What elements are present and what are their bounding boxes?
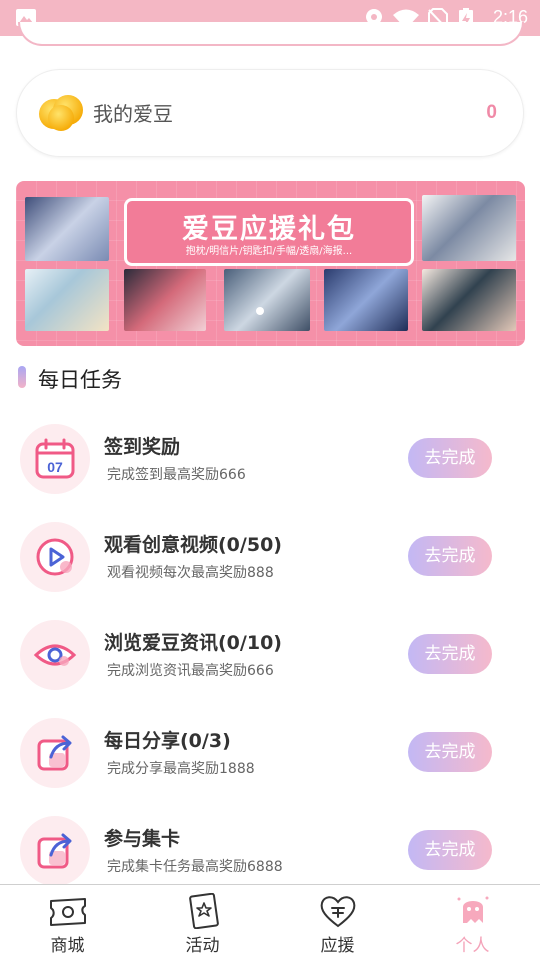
- banner-subtitle: 抱枕/明信片/钥匙扣/手幅/透扇/海报...: [185, 246, 353, 257]
- section-accent-bar: [18, 366, 26, 388]
- tab-label: 商城: [50, 936, 85, 956]
- task-description: 完成签到最高奖励666: [107, 467, 246, 483]
- task-description: 完成浏览资讯最高奖励666: [107, 663, 274, 679]
- hearts-icon: [39, 95, 83, 131]
- my-idol-count: 0: [486, 102, 497, 123]
- banner-title-box: 爱豆应援礼包 抱枕/明信片/钥匙扣/手幅/透扇/海报...: [124, 198, 414, 266]
- my-idol-card[interactable]: 我的爱豆 0: [16, 69, 524, 157]
- task-title: 每日分享(0/3): [104, 730, 231, 752]
- daily-tasks-title: 每日任务: [38, 368, 122, 392]
- banner-photo-tile: [25, 197, 109, 261]
- task-description: 完成集卡任务最高奖励6888: [107, 859, 283, 875]
- task-title: 浏览爱豆资讯(0/10): [104, 632, 282, 654]
- svg-text:07: 07: [47, 459, 63, 475]
- task-row: 浏览爱豆资讯(0/10) 完成浏览资讯最高奖励666 去完成: [0, 614, 540, 712]
- task-title: 观看创意视频(0/50): [104, 534, 282, 556]
- tab-support[interactable]: 应援: [270, 885, 405, 961]
- tab-activity[interactable]: 活动: [135, 885, 270, 961]
- my-idol-label: 我的爱豆: [93, 102, 173, 126]
- tab-label: 活动: [185, 936, 220, 956]
- banner-title: 爱豆应援礼包: [182, 214, 356, 245]
- task-title: 签到奖励: [104, 436, 181, 458]
- eye-icon: [33, 644, 77, 666]
- bottom-tab-bar: 商城 活动 应援 个人: [0, 884, 540, 961]
- tab-personal[interactable]: 个人: [405, 885, 540, 961]
- task-description: 完成分享最高奖励1888: [107, 761, 255, 777]
- banner-photo-tile: [124, 269, 206, 331]
- task-icon-circle: 07: [20, 424, 90, 494]
- task-title: 参与集卡: [104, 828, 181, 850]
- task-icon-circle: [20, 718, 90, 788]
- card-star-icon: [189, 893, 219, 929]
- task-row: 07 签到奖励 完成签到最高奖励666 去完成: [0, 418, 540, 516]
- calendar-icon: 07: [35, 438, 75, 479]
- banner-photo-tile: [25, 269, 109, 331]
- share-icon: [37, 735, 72, 771]
- banner-photo-tile: [224, 269, 310, 331]
- play-icon: [36, 538, 74, 576]
- task-icon-circle: [20, 522, 90, 592]
- task-icon-circle: [20, 620, 90, 690]
- tab-label: 应援: [320, 936, 355, 956]
- complete-task-button[interactable]: 去完成: [408, 732, 492, 772]
- task-icon-circle: [20, 816, 90, 886]
- banner-photo-tile: [422, 195, 516, 261]
- task-row: 观看创意视频(0/50) 观看视频每次最高奖励888 去完成: [0, 516, 540, 614]
- complete-task-button[interactable]: 去完成: [408, 634, 492, 674]
- complete-task-button[interactable]: 去完成: [408, 536, 492, 576]
- task-description: 观看视频每次最高奖励888: [107, 565, 274, 581]
- task-row: 每日分享(0/3) 完成分享最高奖励1888 去完成: [0, 712, 540, 810]
- heart-icon: [320, 896, 356, 928]
- tab-mall[interactable]: 商城: [0, 885, 135, 961]
- banner-photo-tile: [422, 269, 516, 331]
- banner-photo-tile: [324, 269, 408, 331]
- top-card-edge: [18, 22, 524, 46]
- ticket-icon: [50, 898, 86, 926]
- banner-page-indicator: [256, 307, 264, 315]
- idol-support-gift-banner[interactable]: 爱豆应援礼包 抱枕/明信片/钥匙扣/手幅/透扇/海报...: [16, 181, 525, 346]
- ghost-icon: [457, 896, 489, 923]
- share-icon: [37, 833, 72, 869]
- tab-label: 个人: [455, 936, 490, 956]
- complete-task-button[interactable]: 去完成: [408, 438, 492, 478]
- complete-task-button[interactable]: 去完成: [408, 830, 492, 870]
